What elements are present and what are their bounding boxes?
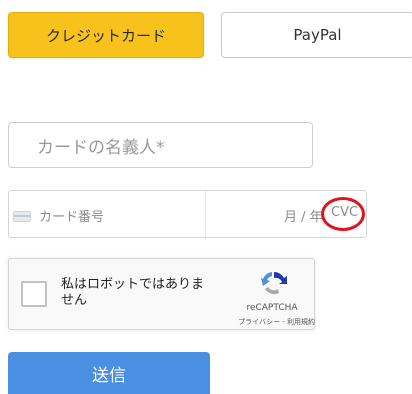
card-field-divider <box>205 191 206 237</box>
paypal-tab-label: PayPal <box>293 26 342 44</box>
cvc-highlight-circle <box>321 197 365 231</box>
cardholder-name-placeholder: カードの名義人* <box>37 137 165 158</box>
credit-card-tab-label: クレジットカード <box>45 26 166 45</box>
credit-card-icon <box>13 211 31 222</box>
submit-button[interactable]: 送信 <box>8 352 210 394</box>
card-number-placeholder[interactable]: カード番号 <box>39 206 104 225</box>
expiry-placeholder[interactable]: 月 / 年 <box>284 206 323 225</box>
recaptcha-logo-icon <box>261 271 287 295</box>
recaptcha-privacy-terms-links[interactable]: プライバシー - 利用規約 <box>211 317 315 327</box>
recaptcha-checkbox[interactable] <box>21 281 47 307</box>
recaptcha-label: 私はロボットではありません <box>61 277 205 308</box>
recaptcha-widget: 私はロボットではありません reCAPTCHA プライバシー - 利用規約 <box>8 258 315 330</box>
credit-card-tab[interactable]: クレジットカード <box>8 12 204 58</box>
paypal-tab[interactable]: PayPal <box>221 12 412 58</box>
cardholder-name-field[interactable]: カードの名義人* <box>8 122 313 168</box>
card-details-field[interactable]: カード番号 月 / 年 CVC <box>8 190 367 238</box>
submit-button-label: 送信 <box>92 365 126 386</box>
recaptcha-brand: reCAPTCHA <box>246 303 298 313</box>
